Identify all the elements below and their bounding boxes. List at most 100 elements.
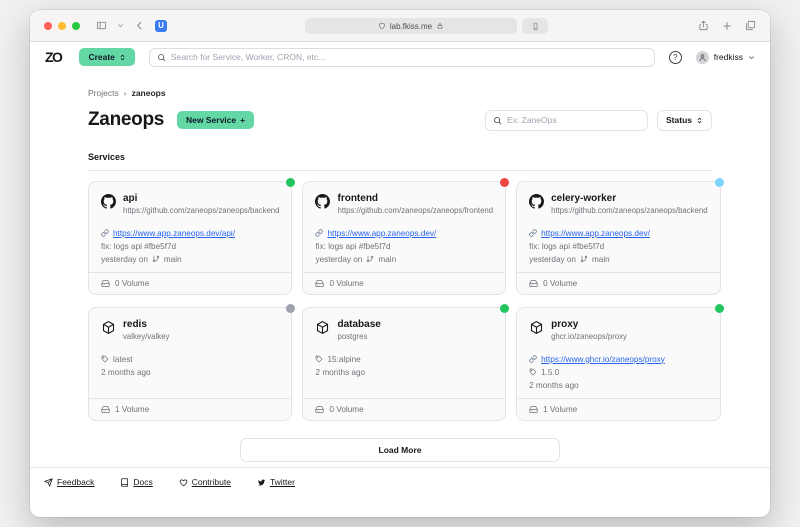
close-window-button[interactable] [44,22,52,30]
help-button[interactable]: ? [669,51,682,64]
service-volume: 0 Volume [329,405,363,414]
service-updated: 2 months ago [529,380,707,390]
site-footer: Feedback Docs Contribute Twitter [30,467,770,517]
service-commit: fix: logs api #fbe5f7d [101,241,279,251]
service-card-database[interactable]: database postgres 15:alpine 2 months ago [302,307,506,421]
service-card-proxy[interactable]: proxy ghcr.io/zaneops/proxy https://www.… [516,307,720,421]
app-header: ZO Create ? fredkiss [30,42,770,72]
service-name: redis [123,319,169,330]
breadcrumb-current[interactable]: zaneops [132,88,166,98]
service-url-link[interactable]: https://www.app.zaneops.dev/api/ [113,229,235,238]
status-dropdown[interactable]: Status [657,110,712,131]
service-volume: 1 Volume [543,405,577,414]
volume-icon [101,405,110,414]
global-search-input[interactable] [171,52,647,62]
container-image-icon [315,320,330,335]
volume-icon [529,279,538,288]
tab-overview-icon[interactable] [745,20,756,31]
zoom-window-button[interactable] [72,22,80,30]
footer-link-feedback[interactable]: Feedback [44,477,94,487]
service-card-frontend[interactable]: frontend https://github.com/zaneops/zane… [302,181,506,295]
lock-icon [436,22,444,30]
link-icon [529,355,537,363]
service-card-celery-worker[interactable]: celery-worker https://github.com/zaneops… [516,181,720,295]
extension-icon[interactable]: U [155,20,167,32]
breadcrumb-separator: › [124,88,127,98]
window-controls[interactable] [44,22,80,30]
service-tag: 15:alpine [327,355,360,364]
footer-link-contribute[interactable]: Contribute [179,477,231,487]
service-source: postgres [337,332,380,341]
service-filter[interactable] [485,110,648,131]
chevrons-up-down-icon [696,117,703,124]
container-image-icon [529,320,544,335]
chevron-down-icon [748,54,755,61]
service-url-link[interactable]: https://www.ghcr.io/zaneops/proxy [541,355,665,364]
services-divider [88,170,712,171]
status-dot [715,304,724,313]
create-button[interactable]: Create [79,48,134,66]
container-image-icon [101,320,116,335]
user-menu[interactable]: fredkiss [696,51,755,64]
git-branch-icon [580,255,588,263]
footer-link-docs[interactable]: Docs [120,477,152,487]
service-commit: fix: logs api #fbe5f7d [529,241,707,251]
service-volume: 1 Volume [115,405,149,414]
footer-link-twitter[interactable]: Twitter [257,477,295,487]
status-dot [286,304,295,313]
volume-icon [315,279,324,288]
service-card-api[interactable]: api https://github.com/zaneops/zaneops/b… [88,181,292,295]
service-name: database [337,319,380,330]
plus-icon: + [240,115,245,125]
url-text: lab.fkiss.me [390,22,432,31]
volume-icon [529,405,538,414]
service-branch: main [164,255,182,264]
service-volume: 0 Volume [329,279,363,288]
main-content: Projects › zaneops Zaneops New Service +… [30,72,770,467]
breadcrumb: Projects › zaneops [88,88,712,98]
browser-toolbar: U lab.fkiss.me [30,10,770,42]
new-service-label: New Service [186,115,236,125]
sidebar-toggle-icon[interactable] [96,20,107,31]
heart-icon [179,478,188,487]
back-button-icon[interactable] [134,20,145,31]
username: fredkiss [714,52,743,62]
breadcrumb-projects[interactable]: Projects [88,88,119,98]
minimize-window-button[interactable] [58,22,66,30]
service-source: ghcr.io/zaneops/proxy [551,332,627,341]
service-updated: yesterday on [101,255,148,264]
service-name: frontend [337,193,493,204]
status-dot [500,304,509,313]
service-url-link[interactable]: https://www.app.zaneops.dev/ [327,229,436,238]
twitter-bird-icon [257,478,266,487]
service-card-redis[interactable]: redis valkey/valkey latest 2 months ago [88,307,292,421]
tag-icon [529,368,537,376]
service-branch: main [592,255,610,264]
service-branch: main [378,255,396,264]
zaneops-logo[interactable]: ZO [45,49,61,65]
service-url-link[interactable]: https://www.app.zaneops.dev/ [541,229,650,238]
volume-icon [315,405,324,414]
share-icon[interactable] [698,20,709,31]
service-updated: yesterday on [529,255,576,264]
service-filter-input[interactable] [507,115,640,125]
load-more-button[interactable]: Load More [240,438,560,462]
status-label: Status [666,115,692,125]
new-service-button[interactable]: New Service + [177,111,254,129]
reader-mode-button[interactable] [522,18,548,34]
github-icon [101,194,116,209]
services-heading: Services [88,152,712,162]
title-row: Zaneops New Service + Status [88,109,712,131]
new-tab-icon[interactable] [722,21,732,31]
link-icon [101,229,109,237]
status-dot [286,178,295,187]
page-title: Zaneops [88,109,164,131]
address-bar[interactable]: lab.fkiss.me [305,18,517,34]
service-volume: 0 Volume [543,279,577,288]
status-dot [715,178,724,187]
global-search[interactable] [149,48,655,67]
service-name: api [123,193,279,204]
service-updated: 2 months ago [101,367,279,377]
sidebar-chevron-icon[interactable] [117,22,124,29]
service-updated: yesterday on [315,255,362,264]
